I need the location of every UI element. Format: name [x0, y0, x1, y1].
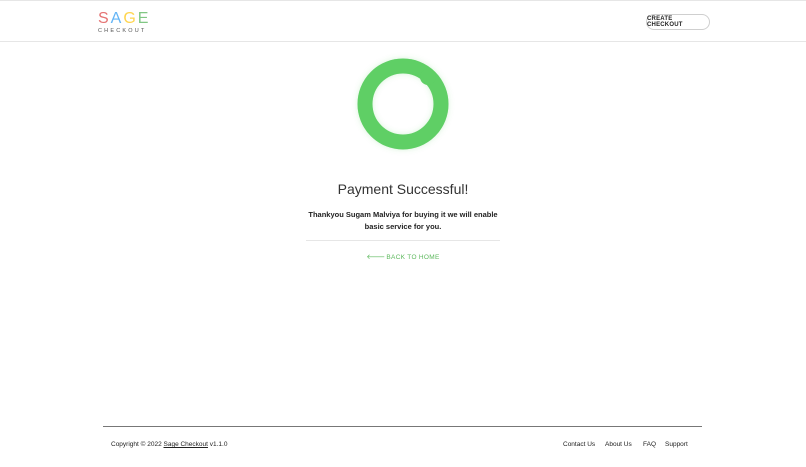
success-message: Thankyou Sugam Malviya for buying it we …	[308, 210, 498, 231]
arrow-left-icon: 🡐	[366, 254, 386, 261]
contact-us-link[interactable]: Contact Us	[563, 441, 595, 448]
logo-letter-g: G	[123, 10, 138, 27]
footer-links: Contact Us About Us FAQ Support	[0, 441, 806, 451]
logo-wordmark: S A G E	[98, 11, 150, 27]
logo-letter-a: A	[110, 10, 124, 27]
create-checkout-button[interactable]: CREATE CHECKOUT	[646, 14, 710, 30]
sage-checkout-logo[interactable]: S A G E CHECKOUT	[98, 11, 150, 35]
logo-letter-e: E	[137, 10, 151, 27]
back-to-home-link[interactable]: 🡐BACK TO HOME	[0, 252, 806, 261]
page-title: Payment Successful!	[337, 181, 469, 197]
success-ring-svg	[357, 58, 449, 150]
logo-letter-s: S	[98, 10, 111, 27]
success-ring-icon	[354, 55, 452, 153]
logo-subtitle: CHECKOUT	[98, 28, 147, 34]
about-us-link[interactable]: About Us	[605, 441, 632, 448]
divider	[306, 240, 500, 241]
top-navbar: S A G E CHECKOUT CREATE CHECKOUT	[0, 0, 806, 42]
footer-divider	[103, 426, 702, 427]
page: S A G E CHECKOUT CREATE CHECKOUT Payment…	[0, 0, 806, 467]
back-to-home-label: BACK TO HOME	[386, 254, 440, 261]
support-link[interactable]: Support	[665, 441, 688, 448]
faq-link[interactable]: FAQ	[643, 441, 656, 448]
